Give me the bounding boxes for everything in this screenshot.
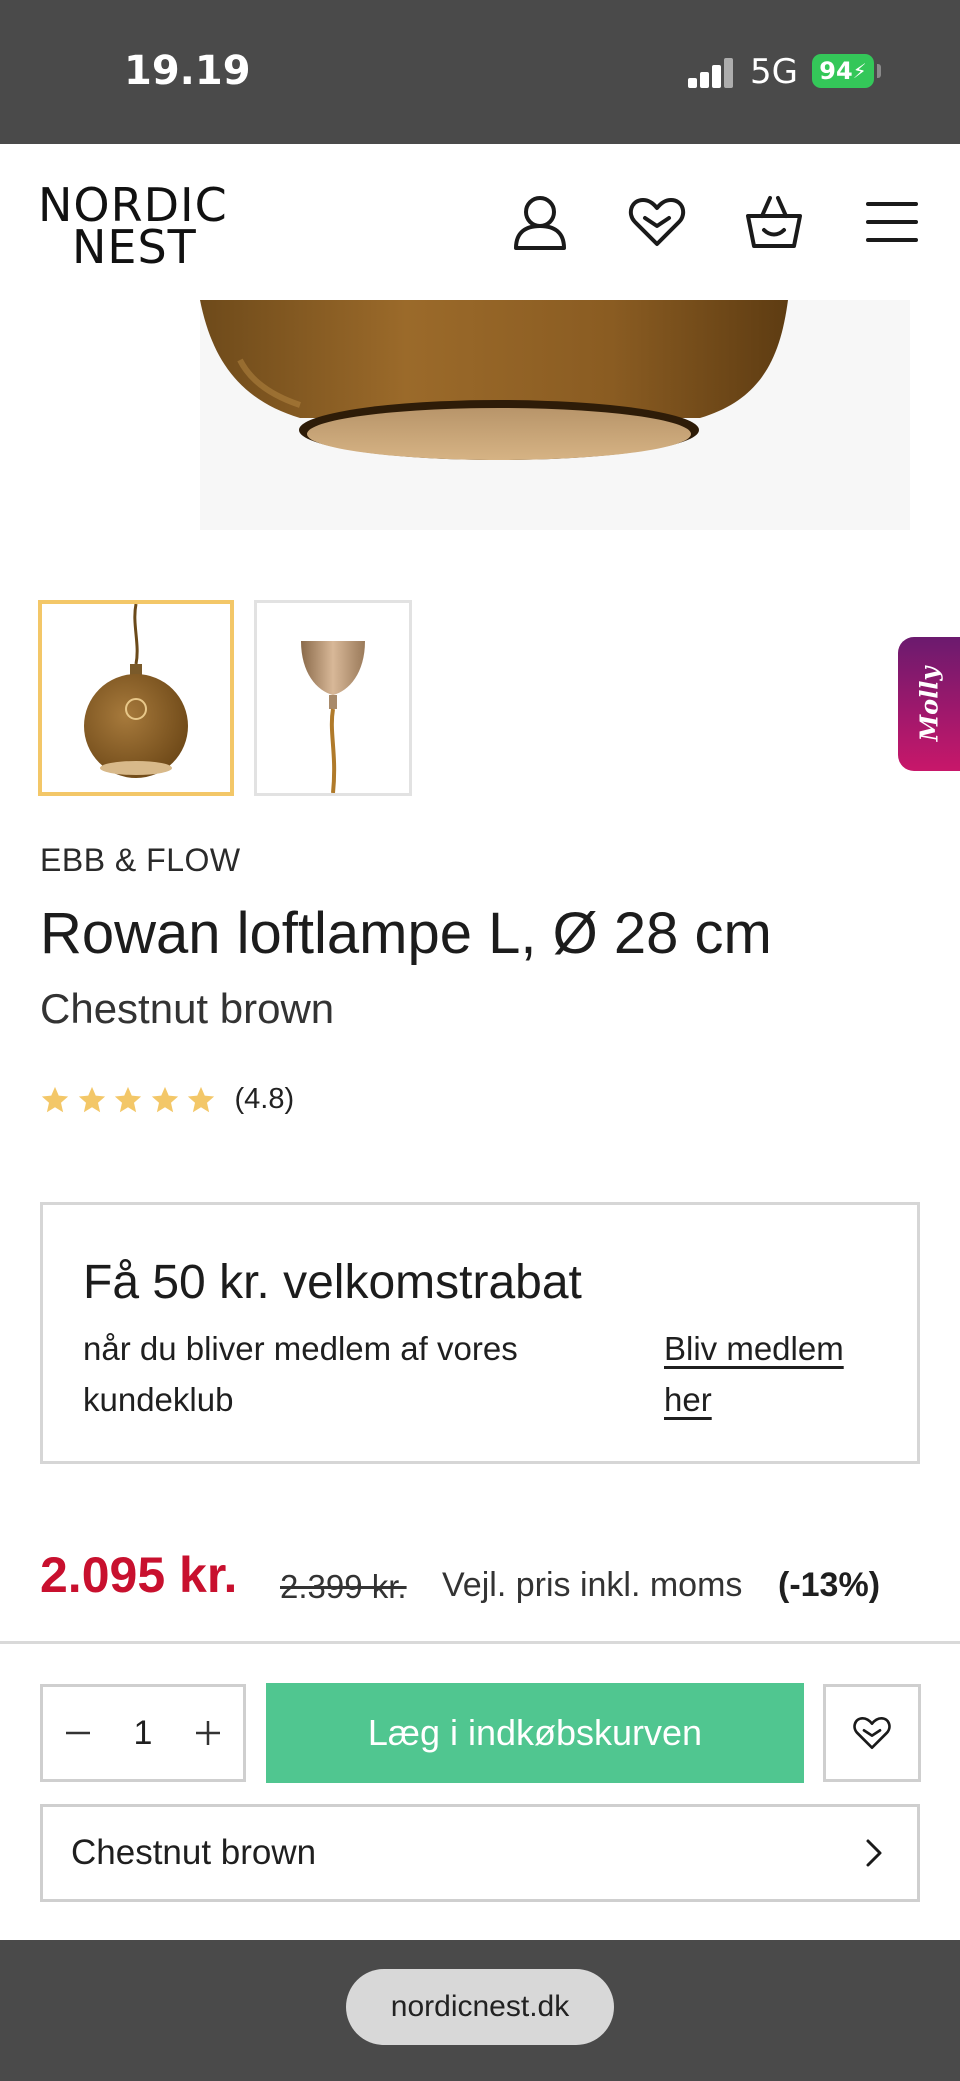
status-time: 19.19 (124, 48, 251, 94)
wishlist-heart-icon (853, 1717, 891, 1749)
variant-selector[interactable]: Chestnut brown (40, 1804, 920, 1902)
divider (0, 1641, 960, 1644)
add-to-wishlist-button[interactable] (823, 1684, 921, 1782)
increase-quantity-button[interactable] (178, 1687, 238, 1779)
menu-icon[interactable] (862, 192, 922, 252)
rating-stars[interactable]: (4.8) (40, 1083, 294, 1116)
status-bar: 19.19 5G 94 ⚡ (0, 0, 960, 144)
price-row: 2.095 kr. 2.399 kr. Vejl. pris inkl. mom… (40, 1540, 920, 1610)
star-icon (41, 1086, 69, 1112)
nordic-nest-logo[interactable]: NORDIC NEST (38, 182, 228, 274)
molly-label: Molly (914, 666, 944, 742)
welcome-discount-banner: Få 50 kr. velkomstrabat når du bliver me… (40, 1202, 920, 1464)
network-label: 5G (750, 52, 798, 92)
variant-selector-label: Chestnut brown (71, 1833, 317, 1872)
account-icon[interactable] (510, 192, 570, 252)
logo-line-2: NEST (72, 220, 197, 274)
thumbnail-pendant-globe[interactable] (38, 600, 234, 796)
decrease-quantity-button[interactable] (48, 1687, 108, 1779)
minus-icon (66, 1731, 90, 1735)
battery-icon: 94 ⚡ (812, 54, 874, 88)
url-bar[interactable]: nordicnest.dk (346, 1969, 614, 2045)
product-variant: Chestnut brown (40, 985, 335, 1032)
rating-value: (4.8) (234, 1083, 295, 1115)
product-title: Rowan loftlampe L, Ø 28 cm (40, 901, 772, 966)
thumbnail-ceiling-cup[interactable] (254, 600, 412, 796)
current-price: 2.095 kr. (40, 1547, 238, 1603)
product-hero-image[interactable] (0, 300, 960, 540)
signal-icon (688, 58, 734, 88)
star-icon (151, 1086, 178, 1112)
quantity-stepper: 1 (40, 1684, 246, 1782)
battery-tip (877, 64, 881, 78)
rrp-label: Vejl. pris inkl. moms (442, 1566, 743, 1604)
star-icon (187, 1086, 215, 1112)
old-price: 2.399 kr. (280, 1568, 407, 1605)
site-header: NORDIC NEST (0, 144, 960, 300)
star-icon (114, 1086, 142, 1112)
chevron-right-icon (866, 1839, 882, 1867)
star-icon (78, 1086, 105, 1112)
plus-icon (196, 1721, 220, 1745)
add-to-cart-button[interactable]: Læg i indkøbskurven (266, 1683, 804, 1783)
promo-description: når du bliver medlem af vores kundeklub (83, 1330, 518, 1418)
battery-level: 94 (819, 57, 853, 85)
molly-chat-tab[interactable]: Molly (898, 637, 960, 771)
wishlist-icon[interactable] (627, 192, 687, 252)
product-brand[interactable]: EBB & FLOW (40, 842, 241, 879)
discount-badge: (-13%) (778, 1566, 881, 1604)
promo-title: Få 50 kr. velkomstrabat (83, 1256, 582, 1309)
basket-icon[interactable] (744, 192, 804, 252)
join-club-link[interactable]: Bliv medlem her (664, 1323, 884, 1425)
browser-bottom-bar: nordicnest.dk (0, 1940, 960, 2081)
quantity-value[interactable]: 1 (103, 1687, 183, 1779)
